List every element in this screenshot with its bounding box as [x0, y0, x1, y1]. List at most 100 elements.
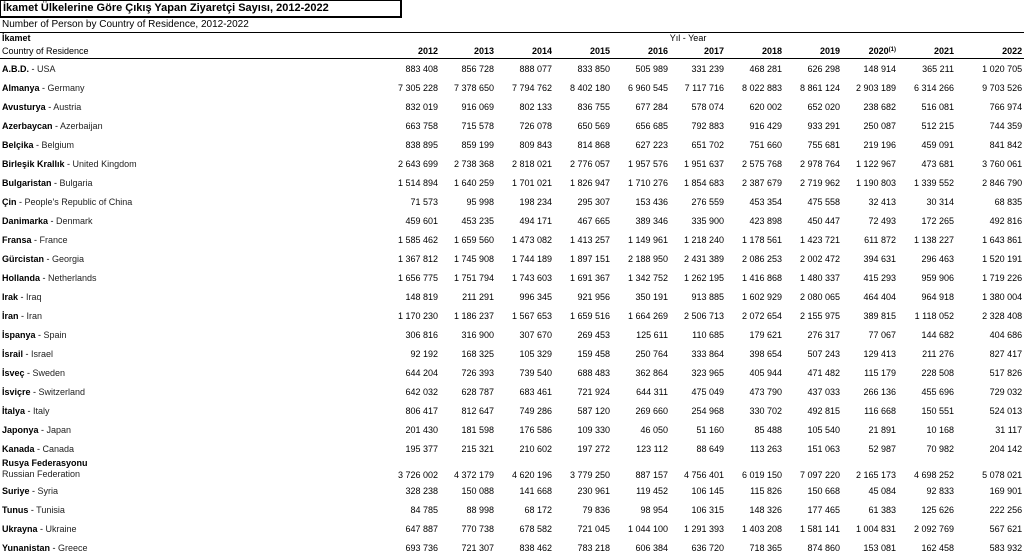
country-cell: Avusturya - Austria — [0, 97, 352, 116]
value-cell: 405 944 — [749, 367, 782, 378]
value-cell: 887 157 — [635, 470, 668, 480]
value-cell: 150 088 — [461, 485, 494, 496]
value-cell: 148 819 — [405, 291, 438, 302]
value-cell: 52 987 — [868, 443, 896, 454]
country-name-en: Greece — [58, 542, 88, 553]
value-cell: 770 738 — [461, 523, 494, 534]
value-cell: 1 710 276 — [627, 177, 668, 188]
value-cell: 106 145 — [691, 485, 724, 496]
value-cell: 2 903 189 — [855, 82, 896, 93]
value-cell: 996 345 — [519, 291, 552, 302]
name-separator: - — [52, 120, 61, 131]
visitor-table: İkamet Yıl - Year Country of Residence 2… — [0, 33, 1024, 557]
name-separator: - — [18, 310, 27, 321]
value-cell: 650 569 — [577, 120, 610, 131]
country-name-en: USA — [37, 63, 56, 74]
value-cell: 1 602 929 — [741, 291, 782, 302]
value-cell: 250 087 — [863, 120, 896, 131]
value-cell: 177 465 — [807, 504, 840, 515]
name-separator: - — [64, 158, 73, 169]
value-cell: 833 850 — [577, 63, 610, 74]
value-cell: 1 380 004 — [982, 291, 1023, 302]
country-name-tr: Bulgaristan — [2, 177, 52, 188]
year-col-2012: 2012 — [352, 43, 440, 59]
value-cell: 365 211 — [922, 63, 954, 74]
value-cell: 1 659 516 — [569, 310, 610, 321]
value-cell: 61 383 — [868, 504, 896, 515]
value-cell: 1 957 576 — [627, 158, 668, 169]
value-cell: 2 092 769 — [913, 523, 954, 534]
country-cell: Kanada - Canada — [0, 439, 352, 458]
country-name-en: Canada — [42, 443, 75, 454]
country-name-en: Netherlands — [48, 272, 97, 283]
value-cell: 211 291 — [462, 291, 494, 302]
value-cell: 7 794 762 — [511, 82, 552, 93]
value-cell: 455 696 — [921, 386, 954, 397]
value-cell: 179 621 — [749, 329, 782, 340]
value-cell: 5 078 021 — [982, 470, 1023, 480]
country-name-en: Sweden — [32, 367, 66, 378]
value-cell: 423 898 — [749, 215, 782, 226]
report-subtitle: Number of Person by Country of Residence… — [0, 19, 1024, 33]
year-2020-label: 2020 — [868, 46, 889, 56]
year-col-2018: 2018 — [726, 43, 784, 59]
value-cell: 1 473 082 — [511, 234, 552, 245]
value-cell: 389 815 — [863, 310, 896, 321]
value-cell: 197 272 — [577, 443, 610, 454]
country-name-en: Spain — [43, 329, 67, 340]
value-cell: 2 155 975 — [799, 310, 840, 321]
value-cell: 453 235 — [461, 215, 494, 226]
value-cell: 116 668 — [864, 405, 896, 416]
value-cell: 1 480 337 — [799, 272, 840, 283]
country-name-en: France — [39, 234, 68, 245]
value-cell: 8 022 883 — [741, 82, 782, 93]
value-cell: 68 835 — [994, 196, 1023, 207]
value-cell: 269 453 — [577, 329, 610, 340]
value-cell: 1 826 947 — [569, 177, 610, 188]
value-cell: 1 951 637 — [683, 158, 724, 169]
value-cell: 1 262 195 — [683, 272, 724, 283]
year-col-2017: 2017 — [670, 43, 726, 59]
value-cell: 1 004 831 — [855, 523, 896, 534]
value-cell: 1 643 861 — [982, 234, 1023, 245]
country-name-tr: Rusya Federasyonu — [2, 458, 88, 468]
value-cell: 250 764 — [635, 348, 668, 359]
country-name-tr: Irak — [2, 291, 19, 302]
value-cell: 933 291 — [807, 120, 840, 131]
value-cell: 651 702 — [691, 139, 724, 150]
value-cell: 626 298 — [807, 63, 840, 74]
value-cell: 266 136 — [863, 386, 896, 397]
value-cell: 627 223 — [635, 139, 668, 150]
value-cell: 841 842 — [989, 139, 1023, 150]
value-cell: 512 215 — [921, 120, 954, 131]
country-cell: İsrail - Israel — [0, 344, 352, 363]
table-row: Tunus - Tunisia 84 785 88 998 68 172 79 836 9… — [0, 500, 1024, 519]
country-name-tr: Ukrayna — [2, 523, 38, 534]
country-name-en: Georgia — [52, 253, 85, 264]
value-cell: 153 081 — [863, 542, 896, 553]
country-cell: Birleşik Krallık - United Kingdom — [0, 154, 352, 173]
country-name-tr: Tunus — [2, 504, 29, 515]
country-cell: Belçika - Belgium — [0, 135, 352, 154]
value-cell: 144 682 — [921, 329, 954, 340]
value-cell: 123 112 — [636, 443, 668, 454]
value-cell: 1 640 259 — [453, 177, 494, 188]
value-cell: 859 199 — [461, 139, 494, 150]
value-cell: 198 234 — [519, 196, 552, 207]
value-cell: 141 668 — [519, 485, 552, 496]
report-title: İkamet Ülkelerine Göre Çıkış Yapan Ziyar… — [0, 0, 402, 18]
value-cell: 1 118 052 — [914, 310, 954, 321]
value-cell: 215 321 — [461, 443, 494, 454]
value-cell: 916 429 — [749, 120, 782, 131]
value-cell: 766 974 — [989, 101, 1023, 112]
value-cell: 2 165 173 — [855, 470, 896, 480]
country-cell: Danimarka - Denmark — [0, 211, 352, 230]
name-separator: - — [25, 405, 34, 416]
table-body: A.B.D. - USA 883 408 856 728 888 077 833 850… — [0, 59, 1024, 558]
country-name-tr: Suriye — [2, 485, 30, 496]
year-col-2015: 2015 — [554, 43, 612, 59]
country-cell: Almanya - Germany — [0, 78, 352, 97]
value-cell: 1 020 705 — [982, 63, 1023, 74]
value-cell: 210 602 — [519, 443, 552, 454]
table-row: Irak - Iraq 148 819 211 291 996 345 921 956 3… — [0, 287, 1024, 306]
